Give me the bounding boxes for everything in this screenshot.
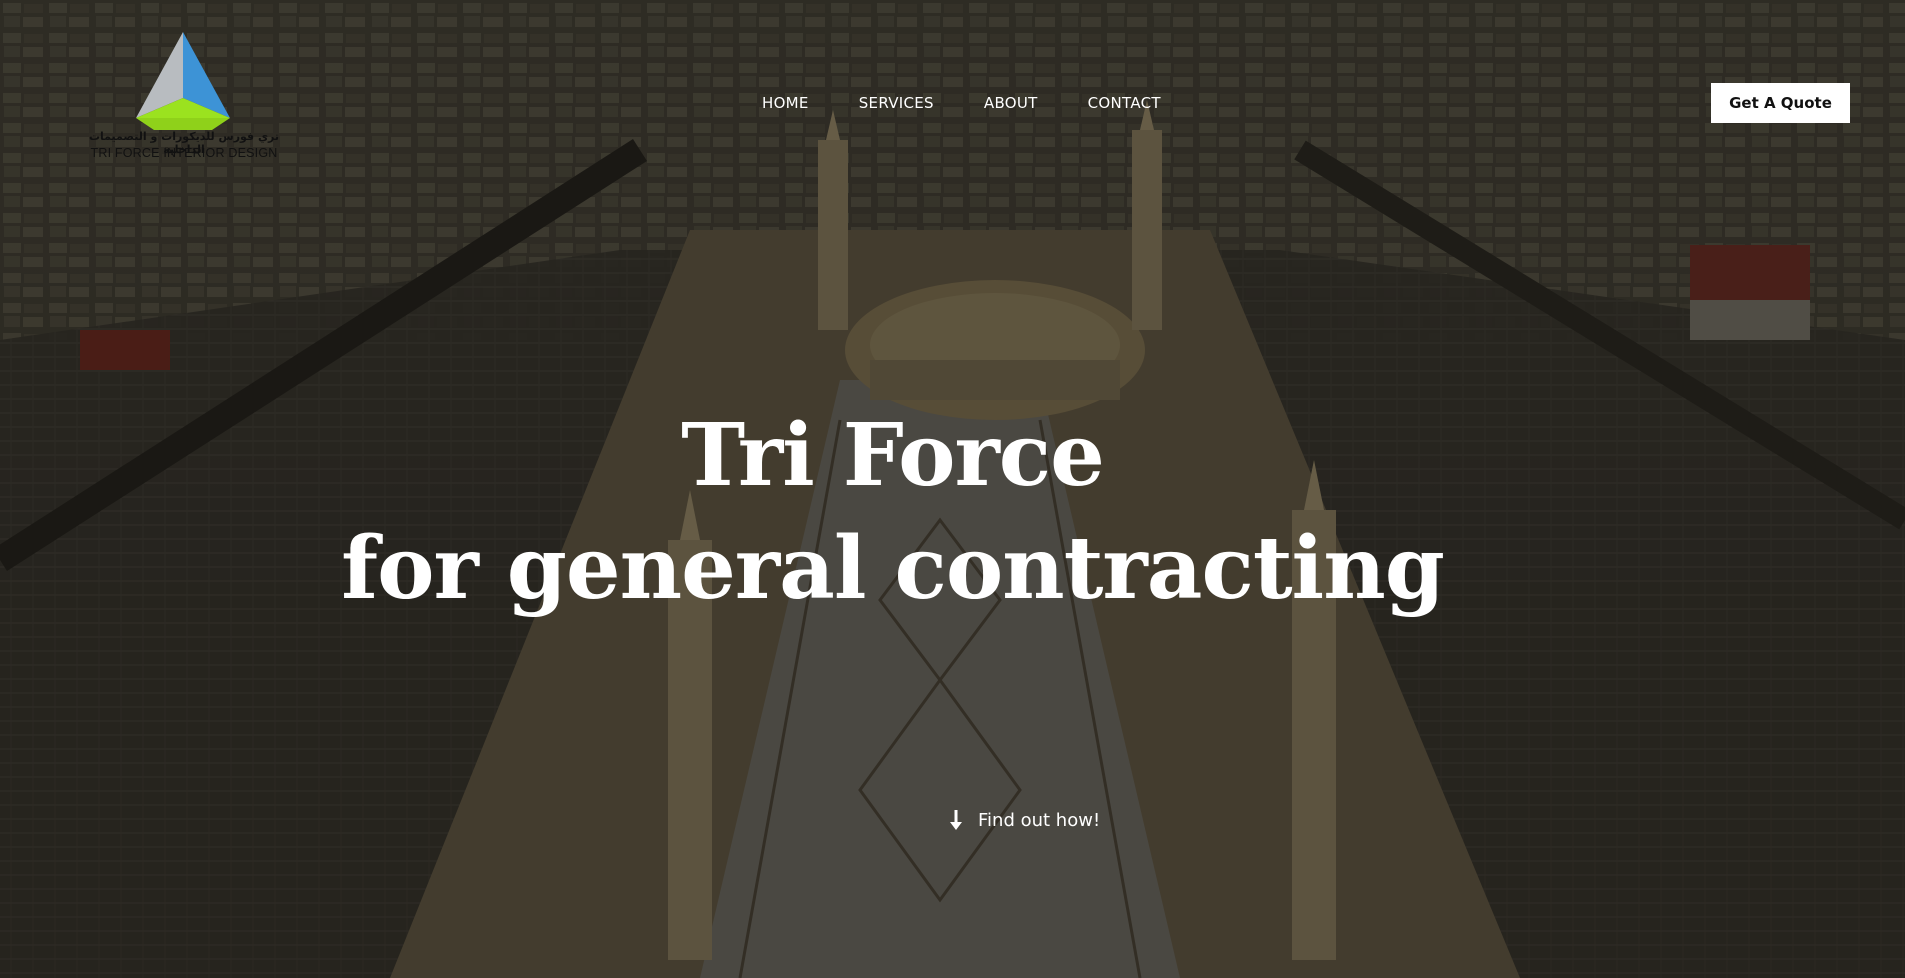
hero-title-line-2: for general contracting — [341, 518, 1445, 619]
logo-english-text: TRI FORCE INTERIOR DESIGN — [90, 146, 278, 160]
get-a-quote-button[interactable]: Get A Quote — [1711, 83, 1850, 123]
main-nav: HOME SERVICES ABOUT CONTACT — [762, 94, 1161, 112]
hero-title-line-1: Tri Force — [681, 405, 1105, 506]
nav-home[interactable]: HOME — [762, 94, 809, 112]
arrow-down-icon — [950, 810, 962, 830]
nav-services[interactable]: SERVICES — [859, 94, 934, 112]
nav-about[interactable]: ABOUT — [984, 94, 1038, 112]
site-logo[interactable]: تري فورس للديكورات و التصميمات الداخلية … — [84, 30, 284, 165]
nav-contact[interactable]: CONTACT — [1088, 94, 1161, 112]
find-out-how-link[interactable]: Find out how! — [948, 809, 1100, 831]
triangle-logo-icon — [136, 32, 230, 130]
find-out-how-label: Find out how! — [978, 809, 1101, 831]
